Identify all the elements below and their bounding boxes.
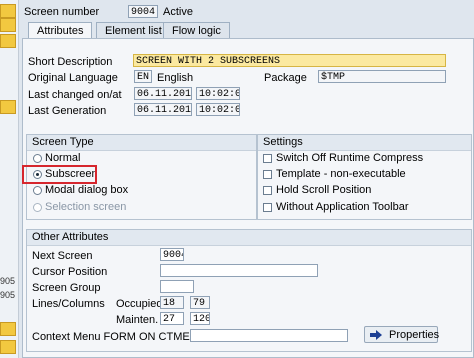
checkbox-template-non-executable[interactable]: [263, 170, 272, 179]
tree-folder-icon[interactable]: [0, 4, 16, 18]
next-screen-label: Next Screen: [32, 250, 93, 262]
tab-flow-logic[interactable]: Flow logic: [163, 22, 230, 39]
lines-columns-label: Lines/Columns: [32, 298, 105, 310]
package-label: Package: [264, 72, 307, 84]
screen-status: Active: [163, 6, 193, 18]
checkbox-without-application-toolbar-label: Without Application Toolbar: [276, 201, 409, 213]
tree-folder-icon[interactable]: [0, 34, 16, 48]
radio-normal-label: Normal: [45, 152, 81, 164]
checkbox-hold-scroll-position[interactable]: [263, 186, 272, 195]
tree-folder-icon[interactable]: [0, 18, 16, 32]
properties-button[interactable]: Properties: [364, 326, 440, 343]
language-code-field: EN: [134, 70, 152, 83]
properties-button-label: Properties: [389, 329, 440, 341]
radio-normal[interactable]: [33, 154, 42, 163]
screen-number-field: 9004: [128, 5, 158, 18]
original-language-label: Original Language: [28, 72, 118, 84]
last-changed-time-field: 10:02:03: [196, 87, 240, 100]
mainten-label: Mainten.: [116, 314, 159, 326]
tree-item-label[interactable]: 905: [0, 276, 15, 286]
screen-group-input[interactable]: [160, 280, 194, 293]
checkbox-hold-scroll-position-label: Hold Scroll Position: [276, 184, 372, 196]
radio-modal-dialog[interactable]: [33, 186, 42, 195]
checkbox-without-application-toolbar[interactable]: [263, 203, 272, 212]
tree-folder-icon[interactable]: [0, 100, 16, 114]
last-changed-label: Last changed on/at: [28, 89, 122, 101]
last-generation-time-field: 10:02:04: [196, 103, 240, 116]
tree-item-label[interactable]: 905: [0, 290, 15, 300]
short-description-label: Short Description: [28, 56, 113, 68]
left-navigation-strip: 905 905: [0, 0, 19, 358]
radio-modal-dialog-label: Modal dialog box: [45, 184, 129, 196]
mainten-columns-input[interactable]: 120: [190, 312, 210, 325]
radio-selection-screen: [33, 203, 42, 212]
language-name: English: [157, 72, 194, 84]
tab-element-list[interactable]: Element list: [96, 22, 171, 39]
occupied-lines-field: 18: [160, 296, 184, 309]
last-generation-date-field: 06.11.2015: [134, 103, 192, 116]
radio-selection-screen-label: Selection screen: [45, 201, 127, 213]
mainten-lines-input[interactable]: 27: [160, 312, 184, 325]
tree-folder-icon[interactable]: [0, 340, 16, 354]
package-field: $TMP: [318, 70, 446, 83]
checkbox-switch-off-runtime-compress[interactable]: [263, 154, 272, 163]
screen-number-label: Screen number: [24, 6, 100, 18]
occupied-columns-field: 79: [190, 296, 210, 309]
tree-folder-icon[interactable]: [0, 322, 16, 336]
other-attributes-title: Other Attributes: [27, 230, 471, 246]
settings-title: Settings: [258, 135, 471, 151]
screen-group-label: Screen Group: [32, 282, 101, 294]
last-generation-label: Last Generation: [28, 105, 107, 117]
arrow-right-icon: [370, 330, 382, 340]
context-menu-label: Context Menu FORM ON CTMENU: [32, 331, 206, 343]
cursor-position-input[interactable]: [160, 264, 318, 277]
occupied-label: Occupied: [116, 298, 163, 310]
short-description-input[interactable]: SCREEN WITH 2 SUBSCREENS: [133, 54, 446, 67]
checkbox-template-non-executable-label: Template - non-executable: [276, 168, 406, 180]
context-menu-input[interactable]: [190, 329, 348, 342]
screen-type-title: Screen Type: [27, 135, 256, 151]
cursor-position-label: Cursor Position: [32, 266, 108, 278]
last-changed-date-field: 06.11.2015: [134, 87, 192, 100]
checkbox-switch-off-runtime-compress-label: Switch Off Runtime Compress: [276, 152, 424, 164]
next-screen-input[interactable]: 9004: [160, 248, 184, 261]
subscreen-highlight-box: [22, 165, 97, 184]
